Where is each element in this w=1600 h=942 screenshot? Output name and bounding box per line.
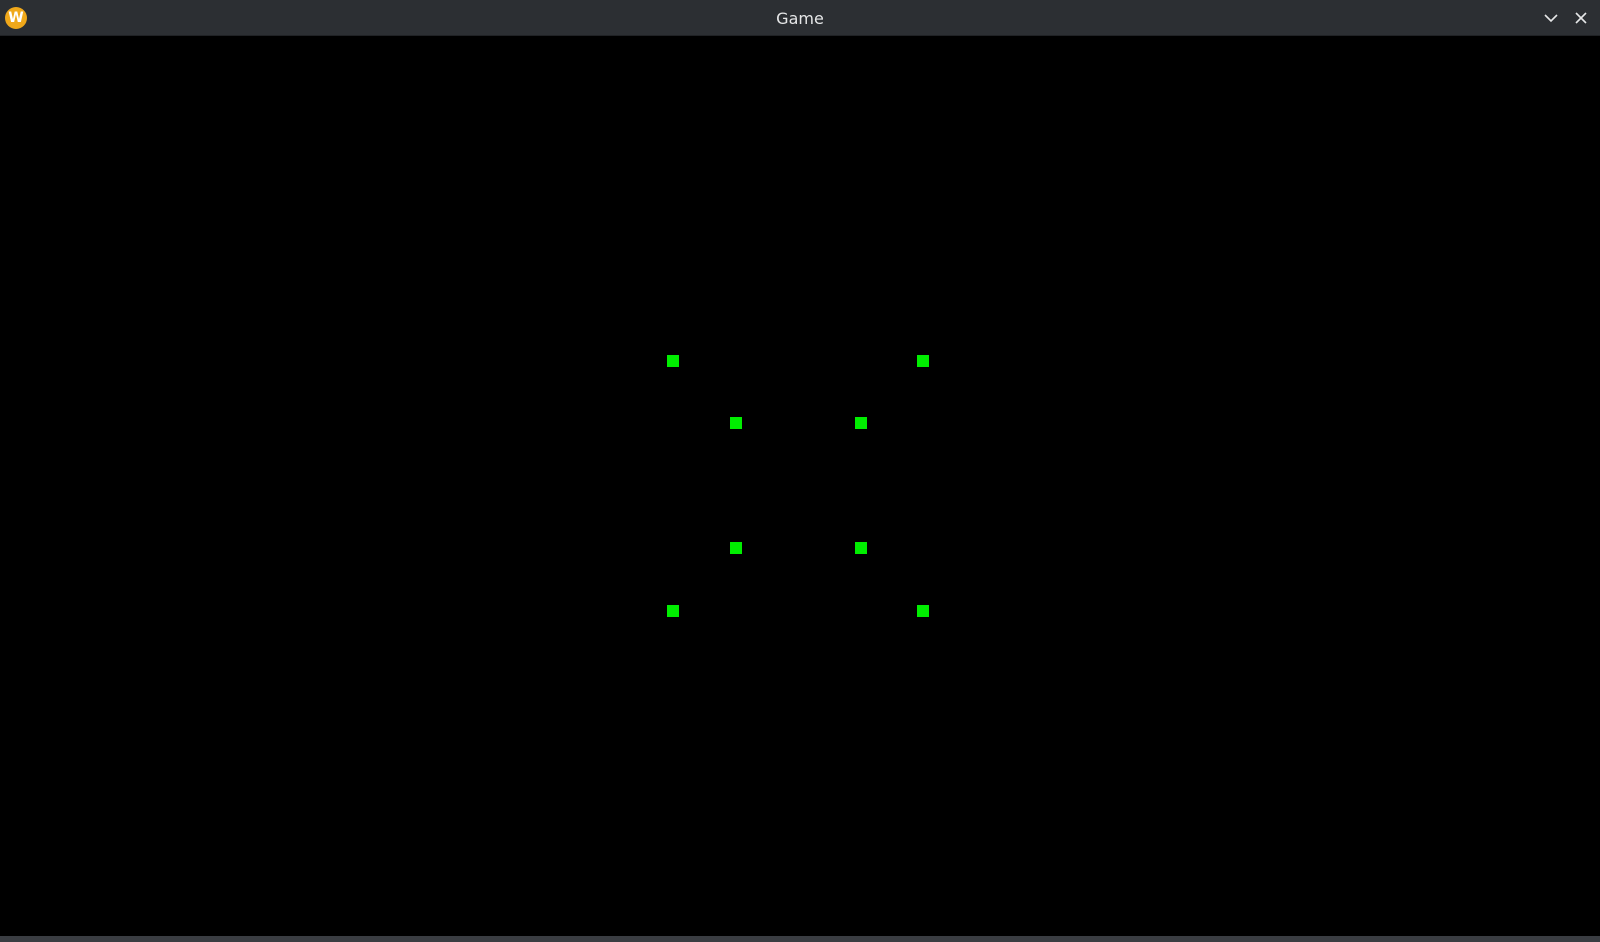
- window-title: Game: [776, 9, 824, 28]
- close-icon: [1575, 12, 1587, 24]
- green-pixel-sprite: [667, 355, 679, 367]
- green-pixel-sprite: [730, 542, 742, 554]
- app-logo-icon[interactable]: W: [5, 7, 27, 29]
- game-window: W Game: [0, 0, 1600, 942]
- close-button[interactable]: [1569, 6, 1593, 30]
- minimize-button[interactable]: [1539, 6, 1563, 30]
- window-bottom-border: [0, 936, 1600, 942]
- green-pixel-sprite: [917, 605, 929, 617]
- green-pixel-sprite: [730, 417, 742, 429]
- green-pixel-sprite: [667, 605, 679, 617]
- green-pixel-sprite: [917, 355, 929, 367]
- chevron-down-icon: [1544, 14, 1558, 23]
- green-pixel-sprite: [855, 417, 867, 429]
- game-canvas[interactable]: [0, 36, 1600, 936]
- title-bar[interactable]: W Game: [0, 0, 1600, 36]
- green-pixel-sprite: [855, 542, 867, 554]
